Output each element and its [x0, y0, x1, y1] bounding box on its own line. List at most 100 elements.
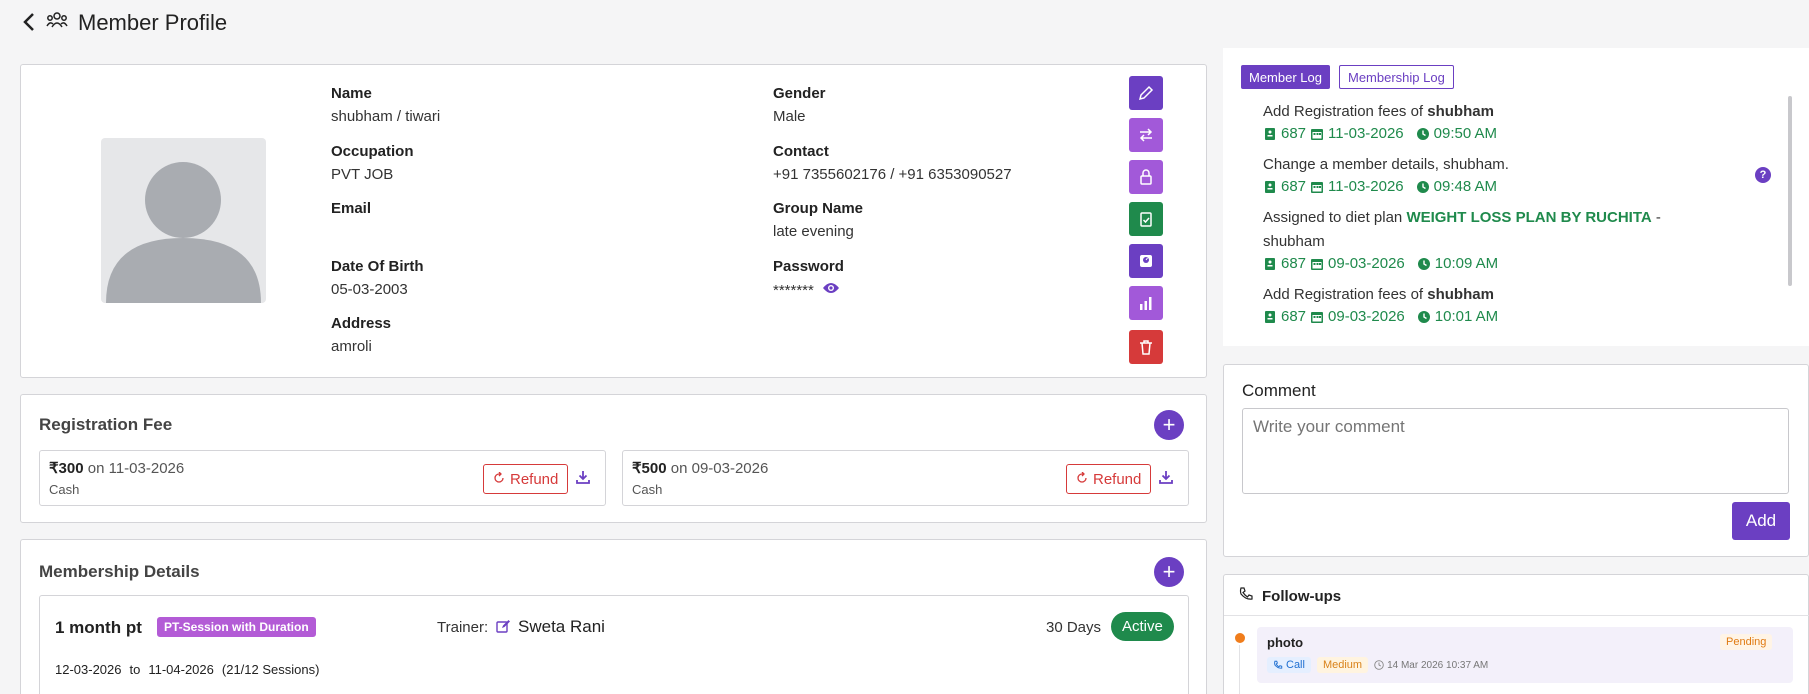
log-text-prefix: Change a member details, shubham. [1263, 156, 1509, 173]
log-text-prefix: Assigned to diet plan [1263, 209, 1407, 226]
followup-item[interactable]: photo Pending Call Medium 14 Mar 2026 10… [1257, 627, 1793, 683]
followup-type-badge: Call [1267, 657, 1311, 673]
name-field: Name shubham / tiwari [331, 85, 440, 125]
id-card-icon [1265, 257, 1275, 270]
calendar-icon [1311, 258, 1324, 270]
timeline-dot [1235, 633, 1245, 643]
refund-button[interactable]: Refund [483, 464, 569, 494]
log-text-bold: shubham [1427, 103, 1494, 120]
log-id: 687 [1281, 308, 1307, 325]
members-icon [46, 11, 68, 35]
comment-card: Comment Add [1223, 364, 1809, 557]
tab-member-log[interactable]: Member Log [1241, 65, 1330, 89]
status-badge: Active [1111, 612, 1174, 641]
lock-icon [1140, 169, 1152, 185]
log-time: 09:48 AM [1433, 178, 1498, 195]
eye-icon[interactable] [822, 281, 840, 299]
profile-card: Name shubham / tiwari Gender Male Occupa… [20, 64, 1207, 378]
pencil-icon [1138, 85, 1154, 101]
password-label: Password [773, 258, 844, 275]
log-date: 09-03-2026 [1328, 255, 1405, 272]
refund-label: Refund [510, 470, 559, 488]
membership-details-card: Membership Details + 1 month pt PT-Sessi… [20, 539, 1207, 694]
dob-value: 05-03-2003 [331, 281, 408, 298]
fee-amount: ₹300 [49, 460, 84, 477]
log-id: 687 [1281, 125, 1307, 142]
password-field: Password ******* [773, 258, 844, 299]
membership-details-title: Membership Details [39, 562, 200, 581]
membership-dates: 12-03-2026 to 11-04-2026 (21/12 Sessions… [55, 662, 319, 677]
contact-value: +91 7355602176 / +91 6353090527 [773, 166, 1012, 183]
fee-date: on 11-03-2026 [87, 460, 185, 477]
log-meta: 687 09-03-2026 10:01 AM [1263, 308, 1498, 325]
swap-arrows-icon [1139, 128, 1153, 142]
log-text: Add Registration fees of shubham [1263, 103, 1494, 120]
phone-icon [1274, 660, 1283, 669]
delete-member-button[interactable] [1129, 330, 1163, 364]
avatar [101, 138, 266, 303]
page-header: Member Profile [22, 10, 227, 36]
download-icon[interactable] [575, 469, 591, 489]
diet-plan-name: WEIGHT LOSS PLAN BY RUCHITA [1406, 209, 1652, 226]
add-registration-fee-button[interactable]: + [1154, 410, 1184, 440]
back-arrow-icon[interactable] [22, 10, 36, 36]
clock-icon [1374, 660, 1384, 670]
log-scrollbar[interactable] [1788, 96, 1792, 286]
clock-icon [1416, 180, 1429, 193]
clock-icon [1416, 127, 1429, 140]
transfer-button[interactable] [1129, 118, 1163, 152]
refund-label: Refund [1093, 470, 1142, 488]
occupation-field: Occupation PVT JOB [331, 143, 414, 183]
clock-icon [1417, 257, 1430, 270]
trainer-label: Trainer: [437, 619, 489, 636]
plan-type-badge: PT-Session with Duration [157, 617, 316, 637]
log-id: 687 [1281, 178, 1307, 195]
followups-title: Follow-ups [1262, 587, 1342, 605]
calendar-icon [1311, 128, 1324, 140]
log-text-bold: shubham [1427, 286, 1494, 303]
stats-button[interactable] [1129, 286, 1163, 320]
edit-member-button[interactable] [1129, 76, 1163, 110]
refund-button[interactable]: Refund [1066, 464, 1152, 494]
trainer-name: Sweta Rani [518, 617, 605, 636]
lock-button[interactable] [1129, 160, 1163, 194]
password-row: ******* [773, 281, 844, 299]
email-label: Email [331, 200, 372, 217]
log-text-suffix: - [1651, 209, 1661, 226]
fee-mode: Cash [49, 482, 80, 497]
log-text: Assigned to diet plan WEIGHT LOSS PLAN B… [1263, 209, 1661, 226]
followup-datetime-row: 14 Mar 2026 10:37 AM [1374, 660, 1488, 671]
help-icon[interactable]: ? [1755, 167, 1771, 183]
log-text-second-line: shubham [1263, 233, 1325, 250]
comment-input[interactable] [1242, 408, 1789, 494]
divider [1224, 615, 1809, 616]
edit-trainer-icon[interactable] [496, 619, 511, 638]
followup-meta: Call Medium 14 Mar 2026 10:37 AM [1267, 657, 1488, 673]
followup-datetime: 14 Mar 2026 10:37 AM [1387, 659, 1489, 671]
plan-name: 1 month pt [55, 618, 142, 637]
download-icon[interactable] [1158, 469, 1174, 489]
date-separator: to [129, 662, 141, 677]
clock-icon [1417, 310, 1430, 323]
log-text-prefix: Add Registration fees of [1263, 103, 1428, 120]
phone-icon [1238, 586, 1254, 606]
id-card-icon [1265, 180, 1275, 193]
address-field: Address amroli [331, 315, 391, 355]
log-id: 687 [1281, 255, 1307, 272]
log-date: 09-03-2026 [1328, 308, 1405, 325]
log-meta: 687 11-03-2026 09:50 AM [1263, 125, 1497, 142]
diet-plan-button[interactable] [1129, 202, 1163, 236]
add-membership-button[interactable]: + [1154, 557, 1184, 587]
contact-label: Contact [773, 143, 829, 160]
tab-membership-log[interactable]: Membership Log [1339, 65, 1454, 89]
id-card-icon [1265, 310, 1275, 323]
name-label: Name [331, 85, 372, 102]
timeline-line [1239, 645, 1240, 694]
log-date: 11-03-2026 [1328, 178, 1404, 195]
add-comment-button[interactable]: Add [1732, 502, 1790, 540]
followups-card: Follow-ups photo Pending Call Medium 14 … [1223, 574, 1809, 694]
dob-label: Date Of Birth [331, 258, 424, 275]
log-meta: 687 09-03-2026 10:09 AM [1263, 255, 1498, 272]
measurement-button[interactable] [1129, 244, 1163, 278]
id-card-icon [1265, 127, 1275, 140]
